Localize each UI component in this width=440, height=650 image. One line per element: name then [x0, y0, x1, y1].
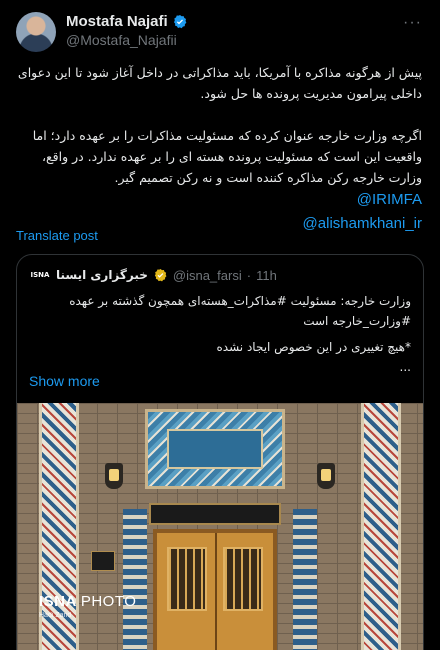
door-seam: [215, 533, 217, 650]
separator-dot: ·: [246, 267, 252, 283]
photo-credit: Hadi Zand: [39, 612, 72, 619]
isna-logo[interactable]: ISNA: [29, 268, 51, 282]
sign-inscription: [167, 429, 263, 469]
quoted-line-3: *هیچ تغییری در این خصوص ایجاد نشده: [216, 340, 412, 354]
mention-irimfa[interactable]: @IRIMFA: [16, 188, 422, 212]
verified-gold-badge-icon: [154, 268, 167, 281]
isna-photo-watermark: ISNA PHOTO Hadi Zand: [39, 593, 136, 619]
wall-lamp-left: [105, 463, 123, 489]
wooden-door: [153, 529, 277, 650]
door-side-panel-left: [123, 509, 147, 650]
quoted-line-2: #وزارت_خارجه است: [303, 314, 411, 328]
show-more-link[interactable]: Show more: [29, 373, 100, 389]
watermark-photo-text: PHOTO: [80, 593, 137, 610]
door-window-right: [223, 547, 263, 611]
avatar[interactable]: [16, 12, 56, 52]
watermark-logo-text: ISNA: [39, 593, 77, 610]
ministry-sign: [145, 409, 285, 489]
quoted-author-handle[interactable]: @isna_farsi: [173, 268, 242, 283]
tile-column-right: [361, 403, 401, 650]
quoted-author-name[interactable]: خبرگزاری ایسنا: [56, 268, 148, 282]
quoted-timestamp[interactable]: 11h: [256, 268, 277, 283]
black-banner: [149, 503, 281, 525]
author-handle[interactable]: @Mostafa_Najafii: [66, 32, 188, 48]
tweet-paragraph-2: اگرچه وزارت خارجه عنوان کرده که مسئولیت …: [32, 128, 422, 185]
quoted-tweet[interactable]: ISNA خبرگزاری ایسنا @isna_farsi · 11h وز…: [16, 254, 424, 650]
tweet-paragraph-1: پیش از هرگونه مذاکره با آمریکا، باید مذا…: [17, 65, 422, 101]
quoted-line-1: وزارت خارجه: مسئولیت #مذاکرات_هسته‌ای هم…: [69, 294, 411, 308]
tweet-text: پیش از هرگونه مذاکره با آمریکا، باید مذا…: [16, 62, 422, 236]
wall-plaque: [91, 551, 115, 571]
translate-post-link[interactable]: Translate post: [16, 228, 98, 243]
verified-badge-icon: [173, 14, 187, 28]
door-window-left: [167, 547, 207, 611]
quoted-photo[interactable]: ISNA PHOTO Hadi Zand: [17, 403, 423, 650]
author-name-row: Mostafa Najafi: [66, 13, 188, 30]
wall-lamp-right: [317, 463, 335, 489]
watermark-logo: ISNA PHOTO: [39, 593, 136, 610]
tweet-header: Mostafa Najafi @Mostafa_Najafii ···: [16, 12, 424, 52]
author-info: Mostafa Najafi @Mostafa_Najafii: [66, 13, 188, 48]
more-options-icon[interactable]: ···: [403, 14, 422, 32]
author-name[interactable]: Mostafa Najafi: [66, 13, 168, 30]
quoted-tweet-header: ISNA خبرگزاری ایسنا @isna_farsi · 11h: [29, 265, 411, 285]
quoted-tweet-text: وزارت خارجه: مسئولیت #مذاکرات_هسته‌ای هم…: [29, 291, 411, 377]
door-side-panel-right: [293, 509, 317, 650]
